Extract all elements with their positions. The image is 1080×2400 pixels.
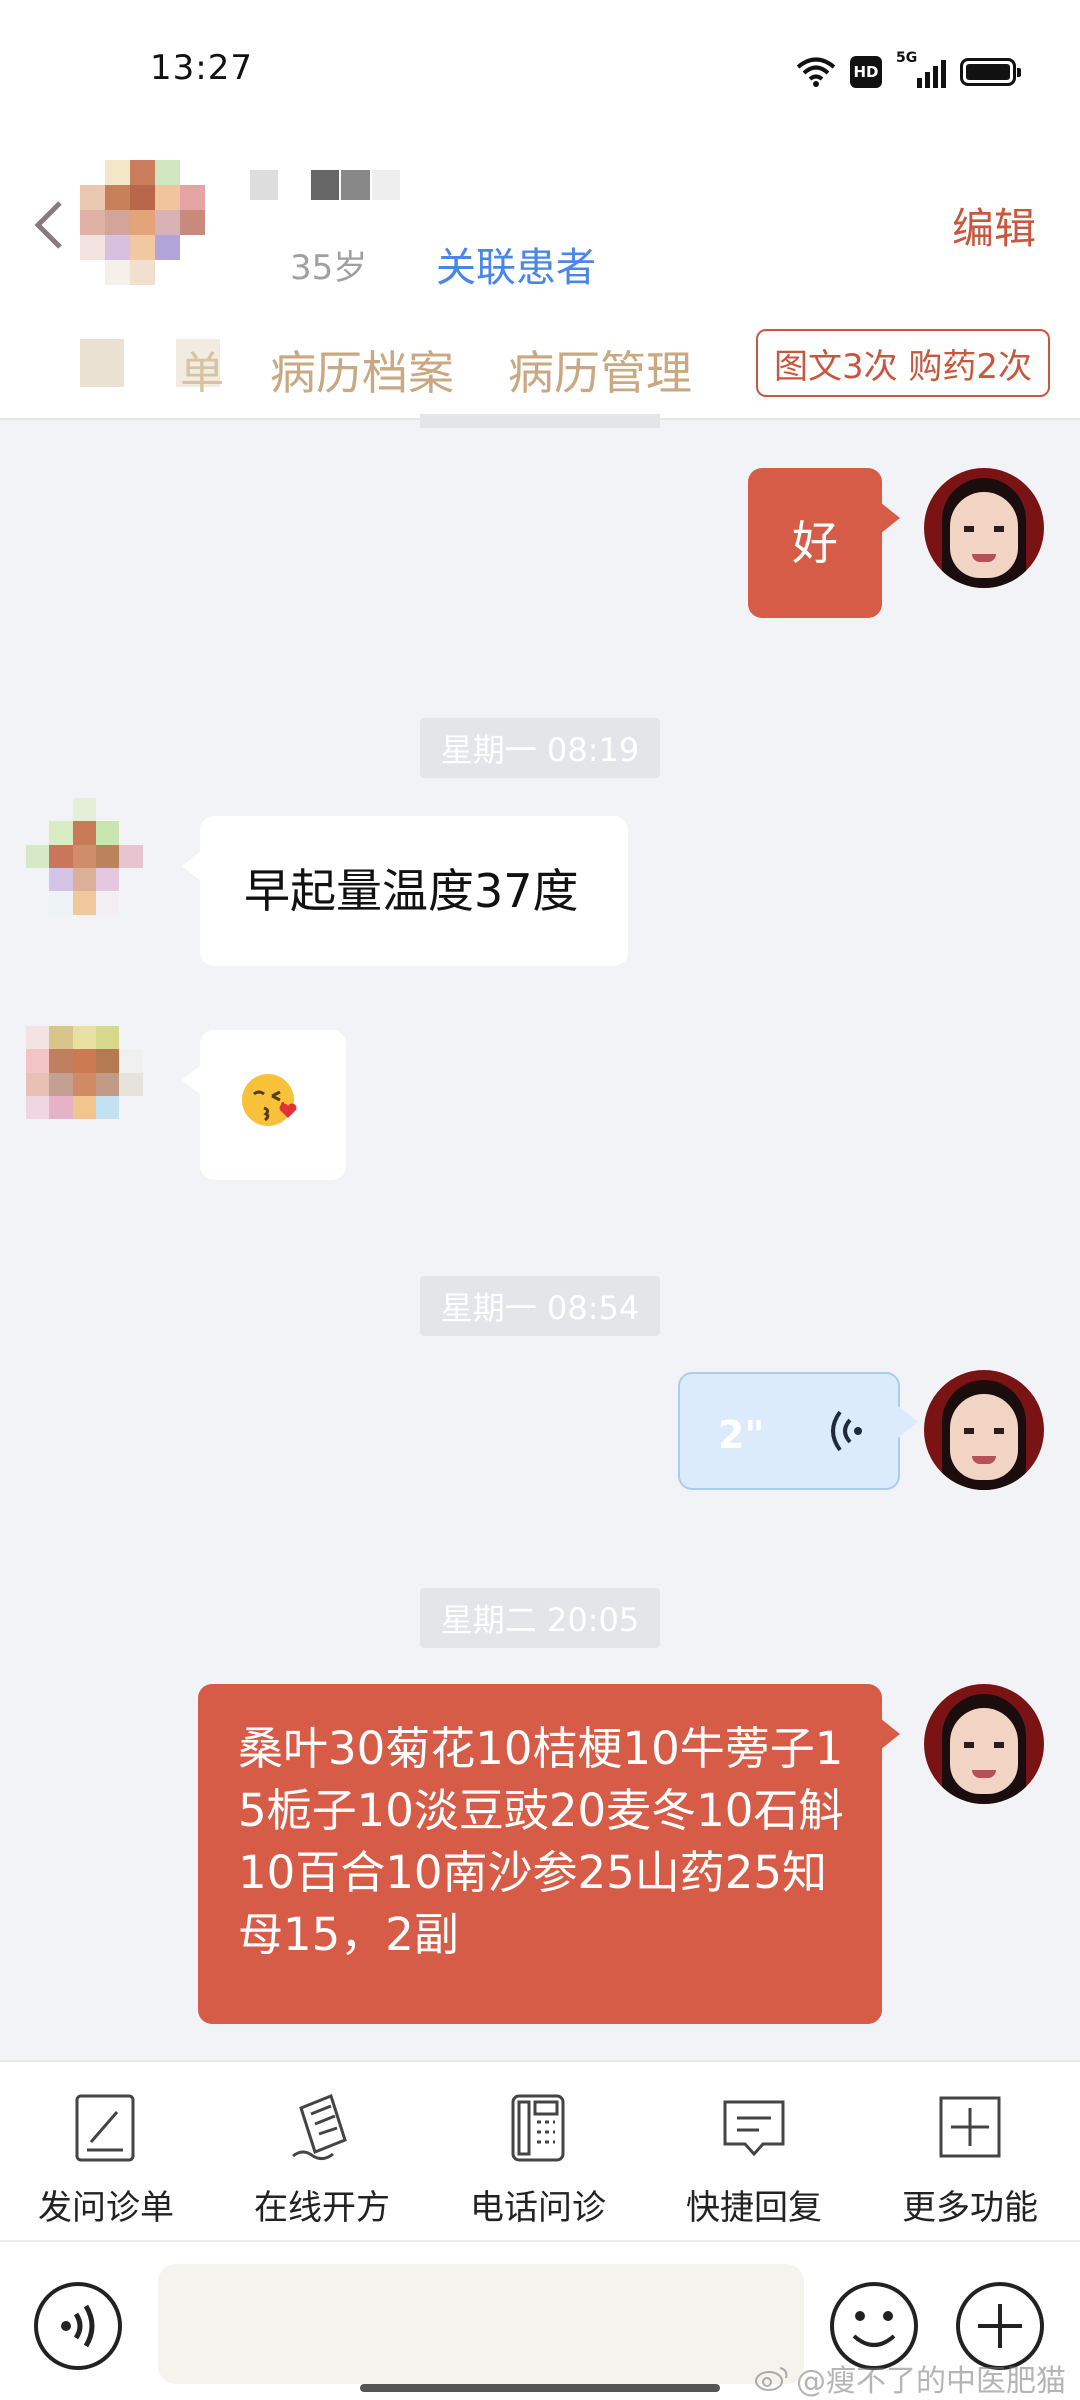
chat-reply-icon <box>723 2100 785 2157</box>
chat-header: 35岁 关联患者 编辑 单 病历档案 病历管理 图文3次 购药2次 <box>0 130 1080 420</box>
tab-partial-label: 单 <box>180 348 224 399</box>
online-prescription-button[interactable]: 在线开方 <box>222 2090 422 2230</box>
message-timestamp: 星期一 08:19 <box>420 718 660 778</box>
patient-name-blurred <box>250 170 401 200</box>
weibo-logo-icon <box>755 2367 788 2391</box>
telephone-icon <box>511 2094 565 2162</box>
message-text: 早起量温度37度 <box>244 864 579 918</box>
message-text-input[interactable] <box>158 2264 804 2384</box>
voice-input-icon[interactable] <box>32 2280 124 2372</box>
battery-icon <box>960 58 1021 86</box>
doctor-avatar[interactable] <box>924 1370 1044 1490</box>
timestamp-partial <box>420 414 660 428</box>
tool-label: 电话问诊 <box>470 2188 606 2228</box>
service-count-badge[interactable]: 图文3次 购药2次 <box>756 329 1050 397</box>
back-arrow-icon[interactable] <box>30 195 70 255</box>
tool-label: 在线开方 <box>254 2188 390 2228</box>
signal-icon: 5G <box>896 50 946 88</box>
patient-avatar-chat[interactable] <box>26 1026 166 1166</box>
status-icons: HD 5G <box>796 50 1021 92</box>
plus-square-icon <box>939 2096 1001 2158</box>
doctor-avatar[interactable] <box>924 468 1044 588</box>
message-text: 桑叶30菊花10桔梗10牛蒡子15栀子10淡豆豉20麦冬10石斛10百合10南沙… <box>238 1722 844 1961</box>
message-bubble-outgoing[interactable]: 好 <box>748 468 900 618</box>
voice-duration: 2" <box>718 1413 765 1457</box>
doctor-avatar[interactable] <box>924 1684 1044 1804</box>
patient-age: 35岁 <box>290 248 368 288</box>
message-text: 好 <box>792 516 838 570</box>
message-bubble-incoming-emoji[interactable] <box>182 1030 346 1180</box>
patient-avatar-chat[interactable] <box>26 798 166 938</box>
wifi-icon <box>796 57 836 87</box>
phone-consult-button[interactable]: 电话问诊 <box>438 2090 638 2230</box>
form-edit-icon <box>75 2094 135 2162</box>
status-bar: 13:27 HD 5G <box>0 0 1080 130</box>
message-timestamp: 星期一 08:54 <box>420 1276 660 1336</box>
more-functions-button[interactable]: 更多功能 <box>870 2090 1070 2230</box>
kissing-face-emoji-icon <box>242 1074 297 1126</box>
voice-message-bubble[interactable]: 2" <box>678 1372 918 1490</box>
header-tabs: 单 病历档案 病历管理 图文3次 购药2次 <box>0 325 1080 405</box>
status-time: 13:27 <box>150 48 253 88</box>
tool-label: 更多功能 <box>902 2188 1038 2228</box>
prescription-message-bubble[interactable]: 桑叶30菊花10桔梗10牛蒡子15栀子10淡豆豉20麦冬10石斛10百合10南沙… <box>198 1684 900 2024</box>
tab-records-management[interactable]: 病历管理 <box>508 337 692 403</box>
link-patient-button[interactable]: 关联患者 <box>436 235 596 293</box>
network-label: 5G <box>896 50 918 66</box>
watermark: @瘦不了的中医肥猫 <box>754 2356 1066 2400</box>
quick-reply-button[interactable]: 快捷回复 <box>654 2090 854 2230</box>
consult-form-button[interactable]: 发问诊单 <box>6 2090 206 2230</box>
prescription-paper-icon <box>292 2094 347 2161</box>
edit-button[interactable]: 编辑 <box>952 195 1036 256</box>
watermark-text: @瘦不了的中医肥猫 <box>796 2364 1066 2399</box>
patient-avatar[interactable] <box>80 160 230 310</box>
function-toolbar: 发问诊单 在线开方 电话问诊 快捷回复 更多功能 <box>0 2060 1080 2240</box>
message-timestamp: 星期二 20:05 <box>420 1588 660 1648</box>
tool-label: 发问诊单 <box>38 2188 174 2228</box>
tab-medical-records[interactable]: 病历档案 <box>270 337 454 403</box>
voice-play-icon <box>831 1410 862 1452</box>
hd-icon: HD <box>850 56 882 88</box>
chat-message-list[interactable]: 好 星期一 08:19 早起量温度37度 星期一 08:54 2" 星期二 20… <box>0 414 1080 2060</box>
message-bubble-incoming[interactable]: 早起量温度37度 <box>182 816 628 966</box>
tool-label: 快捷回复 <box>686 2188 822 2228</box>
home-indicator[interactable] <box>360 2384 720 2392</box>
